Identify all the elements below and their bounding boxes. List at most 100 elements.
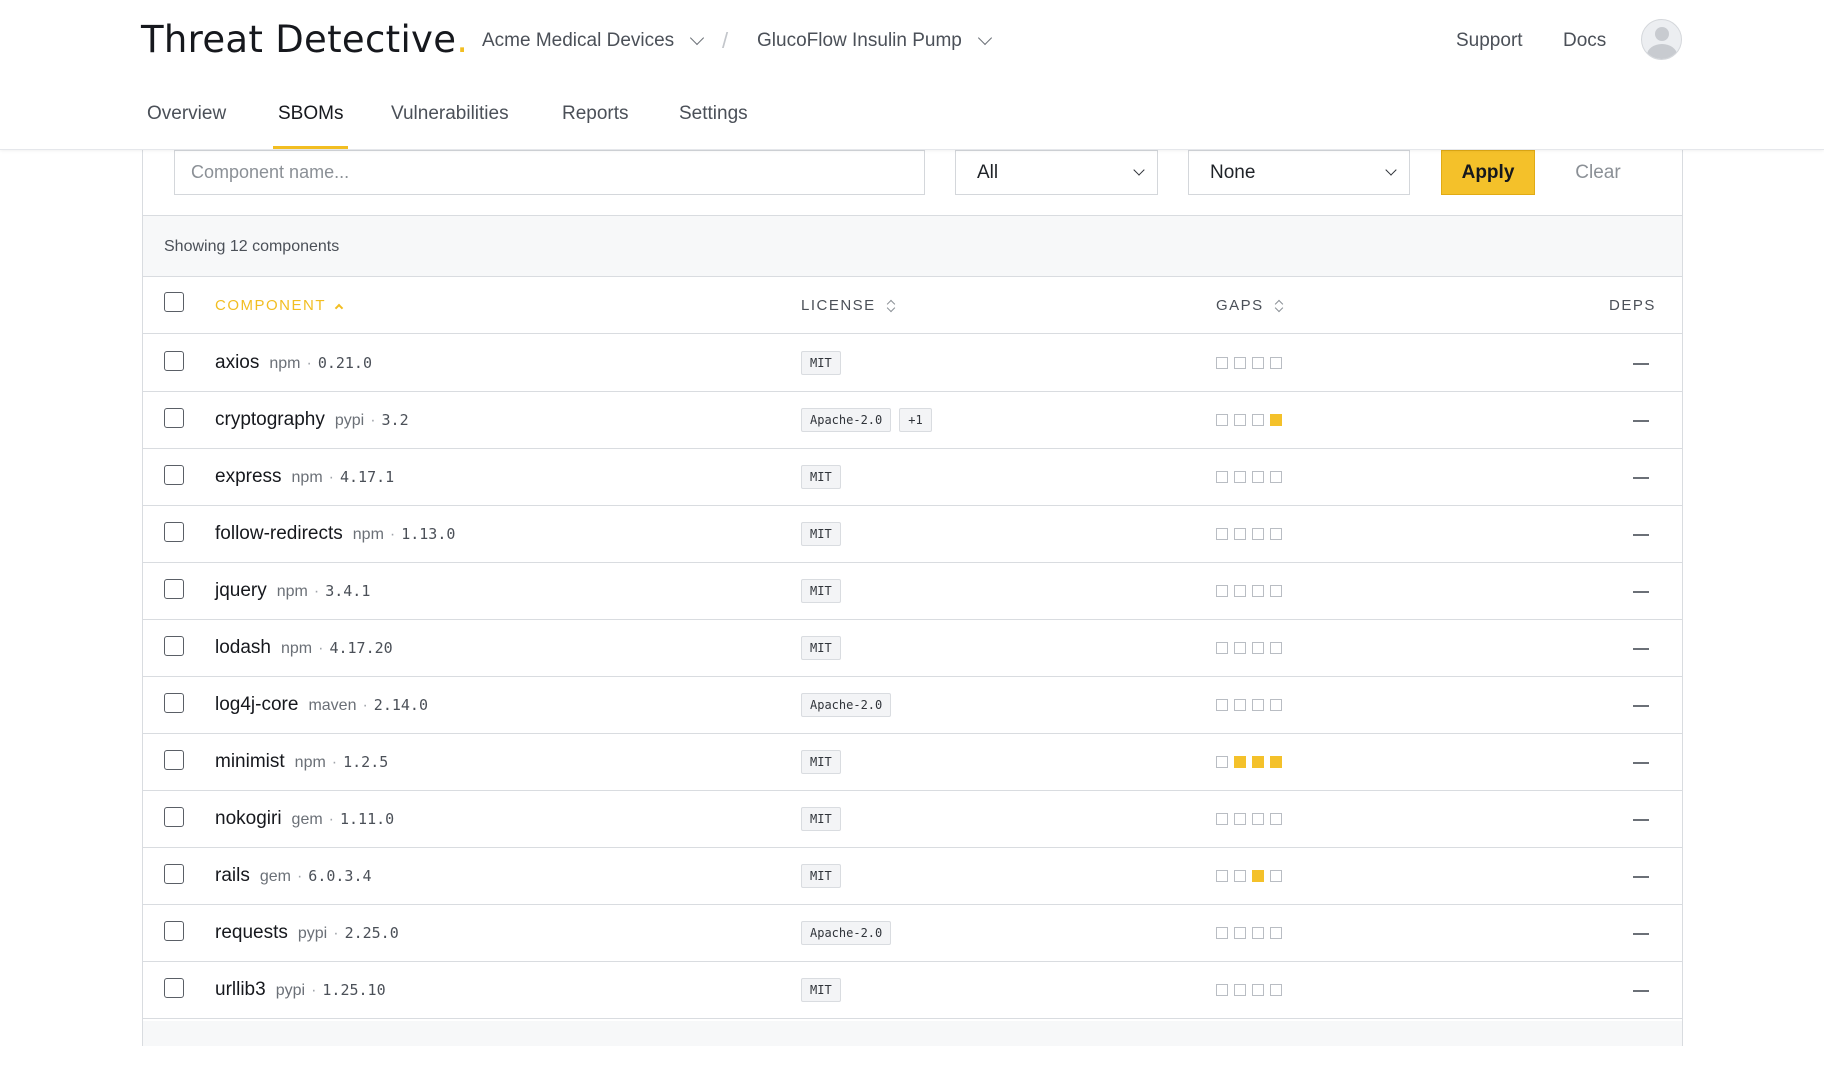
- component-name-link[interactable]: requests: [215, 922, 288, 944]
- gap-square-empty: [1270, 585, 1282, 597]
- table-row[interactable]: log4j-core maven · 2.14.0 Apache-2.0: [143, 677, 1682, 734]
- filter-select-group[interactable]: None: [1188, 150, 1410, 195]
- tab-sboms[interactable]: SBOMs: [272, 103, 349, 149]
- row-checkbox[interactable]: [164, 807, 184, 827]
- component-version: 1.13.0: [401, 525, 456, 543]
- brand-logo[interactable]: Threat Detective.: [141, 18, 468, 61]
- user-avatar-icon[interactable]: [1641, 19, 1682, 60]
- chevron-down-icon: [1385, 164, 1397, 176]
- gap-square-empty: [1234, 927, 1246, 939]
- component-name-link[interactable]: rails: [215, 865, 250, 887]
- gap-square-filled: [1252, 870, 1264, 882]
- license-cell: MIT: [801, 579, 841, 603]
- product-switcher[interactable]: GlucoFlow Insulin Pump: [757, 30, 992, 52]
- gap-square-empty: [1216, 357, 1228, 369]
- meta-separator: ·: [306, 355, 312, 372]
- gap-square-empty: [1234, 585, 1246, 597]
- column-header-component[interactable]: COMPONENT: [215, 297, 344, 314]
- component-name-link[interactable]: minimist: [215, 751, 285, 773]
- row-checkbox[interactable]: [164, 636, 184, 656]
- tab-overview[interactable]: Overview: [147, 103, 226, 149]
- table-row[interactable]: minimist npm · 1.2.5 MIT: [143, 734, 1682, 791]
- gap-square-empty: [1216, 528, 1228, 540]
- docs-link[interactable]: Docs: [1563, 30, 1606, 52]
- license-cell: MIT: [801, 864, 841, 888]
- table-row[interactable]: nokogiri gem · 1.11.0 MIT: [143, 791, 1682, 848]
- apply-button[interactable]: Apply: [1441, 150, 1535, 195]
- gap-square-empty: [1252, 813, 1264, 825]
- avatar-body: [1647, 44, 1677, 59]
- row-checkbox[interactable]: [164, 978, 184, 998]
- row-checkbox[interactable]: [164, 921, 184, 941]
- table-row[interactable]: axios npm · 0.21.0 MIT: [143, 335, 1682, 392]
- component-version: 2.14.0: [373, 696, 428, 714]
- component-name-link[interactable]: log4j-core: [215, 694, 298, 716]
- row-checkbox[interactable]: [164, 579, 184, 599]
- sort-ascending-icon: [334, 303, 344, 312]
- gaps-indicator: [1216, 813, 1282, 825]
- meta-separator: ·: [313, 583, 320, 600]
- component-name-link[interactable]: jquery: [215, 580, 267, 602]
- table-footer: [143, 1021, 1682, 1046]
- component-name-link[interactable]: express: [215, 466, 282, 488]
- component-name-link[interactable]: follow-redirects: [215, 523, 343, 545]
- table-row[interactable]: jquery npm · 3.4.1 MIT: [143, 563, 1682, 620]
- row-checkbox[interactable]: [164, 750, 184, 770]
- component-version: 6.0.3.4: [308, 867, 372, 885]
- component-ecosystem: gem: [291, 811, 323, 828]
- row-checkbox[interactable]: [164, 351, 184, 371]
- gap-square-empty: [1252, 414, 1264, 426]
- row-checkbox[interactable]: [164, 522, 184, 542]
- select-all-checkbox[interactable]: [164, 292, 184, 312]
- tab-reports[interactable]: Reports: [562, 103, 629, 149]
- column-header-license[interactable]: LICENSE: [801, 297, 896, 314]
- column-header-gaps[interactable]: GAPS: [1216, 297, 1284, 314]
- meta-separator: ·: [328, 811, 334, 828]
- component-name-link[interactable]: lodash: [215, 637, 271, 659]
- table-row[interactable]: cryptography pypi · 3.2 Apache-2.0 +1: [143, 392, 1682, 449]
- gap-square-empty: [1216, 984, 1228, 996]
- component-name-link[interactable]: axios: [215, 352, 259, 374]
- row-checkbox[interactable]: [164, 408, 184, 428]
- gap-square-empty: [1234, 414, 1246, 426]
- tab-settings[interactable]: Settings: [679, 103, 748, 149]
- more-licenses-badge[interactable]: +1: [899, 408, 932, 432]
- gap-square-empty: [1270, 699, 1282, 711]
- clear-button[interactable]: Clear: [1551, 150, 1645, 195]
- component-name-link[interactable]: cryptography: [215, 409, 325, 431]
- brand-dot: .: [456, 18, 469, 61]
- component-cell: requests pypi · 2.25.0: [215, 922, 399, 944]
- table-row[interactable]: express npm · 4.17.1 MIT: [143, 449, 1682, 506]
- table-row[interactable]: follow-redirects npm · 1.13.0 MIT: [143, 506, 1682, 563]
- row-checkbox[interactable]: [164, 465, 184, 485]
- tab-vulnerabilities[interactable]: Vulnerabilities: [391, 103, 509, 149]
- component-search-input[interactable]: [174, 150, 925, 195]
- filter-select-scope[interactable]: All: [955, 150, 1158, 195]
- column-header-deps: DEPS: [1609, 297, 1656, 314]
- table-row[interactable]: rails gem · 6.0.3.4 MIT: [143, 848, 1682, 905]
- deps-empty-dash: [1633, 534, 1649, 536]
- component-version: 3.4.1: [325, 582, 371, 600]
- breadcrumb-separator: /: [722, 28, 729, 53]
- row-checkbox[interactable]: [164, 693, 184, 713]
- component-name-link[interactable]: nokogiri: [215, 808, 282, 830]
- gap-square-empty: [1252, 699, 1264, 711]
- filter-select-scope-value: All: [977, 162, 999, 183]
- component-cell: nokogiri gem · 1.11.0: [215, 808, 394, 830]
- gap-square-empty: [1252, 927, 1264, 939]
- row-checkbox[interactable]: [164, 864, 184, 884]
- component-ecosystem: npm: [276, 583, 308, 600]
- org-switcher[interactable]: Acme Medical Devices: [482, 30, 705, 52]
- table-row[interactable]: urllib3 pypi · 1.25.10 MIT: [143, 962, 1682, 1019]
- license-cell: Apache-2.0: [801, 921, 892, 945]
- component-name-link[interactable]: urllib3: [215, 979, 266, 1001]
- support-link[interactable]: Support: [1456, 30, 1523, 52]
- table-row[interactable]: lodash npm · 4.17.20 MIT: [143, 620, 1682, 677]
- gap-square-empty: [1252, 471, 1264, 483]
- component-ecosystem: maven: [308, 697, 357, 714]
- gaps-indicator: [1216, 414, 1282, 426]
- license-badge: MIT: [801, 522, 841, 546]
- license-badge: Apache-2.0: [801, 921, 892, 945]
- sbom-components-panel: All None Apply Clear Showing 12 componen…: [142, 130, 1683, 1046]
- table-row[interactable]: requests pypi · 2.25.0 Apache-2.0: [143, 905, 1682, 962]
